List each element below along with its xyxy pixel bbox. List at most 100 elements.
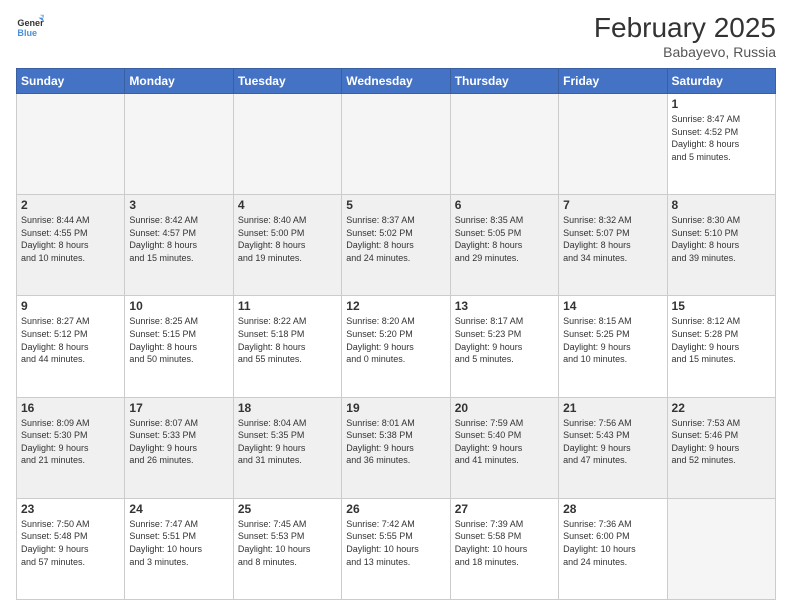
day-info: Sunrise: 8:22 AM Sunset: 5:18 PM Dayligh… [238,315,337,365]
col-header-tuesday: Tuesday [233,69,341,94]
week-row-2: 9 Sunrise: 8:27 AM Sunset: 5:12 PM Daylig… [17,296,776,397]
day-cell [17,94,125,195]
day-number: 27 [455,502,554,516]
day-number: 6 [455,198,554,212]
day-number: 21 [563,401,662,415]
day-number: 15 [672,299,771,313]
day-cell [450,94,558,195]
col-header-thursday: Thursday [450,69,558,94]
day-cell: 12 Sunrise: 8:20 AM Sunset: 5:20 PM Dayli… [342,296,450,397]
day-info: Sunrise: 8:09 AM Sunset: 5:30 PM Dayligh… [21,417,120,467]
day-number: 19 [346,401,445,415]
day-cell: 25 Sunrise: 7:45 AM Sunset: 5:53 PM Dayli… [233,498,341,599]
day-number: 4 [238,198,337,212]
day-cell: 11 Sunrise: 8:22 AM Sunset: 5:18 PM Dayli… [233,296,341,397]
day-number: 9 [21,299,120,313]
day-info: Sunrise: 7:50 AM Sunset: 5:48 PM Dayligh… [21,518,120,568]
col-header-sunday: Sunday [17,69,125,94]
day-info: Sunrise: 8:40 AM Sunset: 5:00 PM Dayligh… [238,214,337,264]
calendar-header-row: SundayMondayTuesdayWednesdayThursdayFrid… [17,69,776,94]
col-header-wednesday: Wednesday [342,69,450,94]
day-number: 8 [672,198,771,212]
day-cell: 21 Sunrise: 7:56 AM Sunset: 5:43 PM Dayli… [559,397,667,498]
day-number: 2 [21,198,120,212]
day-cell: 5 Sunrise: 8:37 AM Sunset: 5:02 PM Daylig… [342,195,450,296]
week-row-3: 16 Sunrise: 8:09 AM Sunset: 5:30 PM Dayli… [17,397,776,498]
day-number: 17 [129,401,228,415]
day-number: 13 [455,299,554,313]
day-info: Sunrise: 8:47 AM Sunset: 4:52 PM Dayligh… [672,113,771,163]
day-info: Sunrise: 8:25 AM Sunset: 5:15 PM Dayligh… [129,315,228,365]
calendar-table: SundayMondayTuesdayWednesdayThursdayFrid… [16,68,776,600]
month-year: February 2025 [594,12,776,44]
day-info: Sunrise: 8:20 AM Sunset: 5:20 PM Dayligh… [346,315,445,365]
day-cell: 28 Sunrise: 7:36 AM Sunset: 6:00 PM Dayli… [559,498,667,599]
day-number: 20 [455,401,554,415]
day-info: Sunrise: 8:37 AM Sunset: 5:02 PM Dayligh… [346,214,445,264]
day-cell: 15 Sunrise: 8:12 AM Sunset: 5:28 PM Dayli… [667,296,775,397]
day-number: 18 [238,401,337,415]
day-info: Sunrise: 7:39 AM Sunset: 5:58 PM Dayligh… [455,518,554,568]
logo-icon: General Blue [16,12,44,40]
day-cell: 6 Sunrise: 8:35 AM Sunset: 5:05 PM Daylig… [450,195,558,296]
day-info: Sunrise: 8:07 AM Sunset: 5:33 PM Dayligh… [129,417,228,467]
svg-text:General: General [17,18,44,28]
day-cell [342,94,450,195]
header: General Blue February 2025 Babayevo, Rus… [16,12,776,60]
day-info: Sunrise: 8:17 AM Sunset: 5:23 PM Dayligh… [455,315,554,365]
day-cell: 22Sunrise: 7:53 AM Sunset: 5:46 PM Dayli… [667,397,775,498]
day-cell: 7Sunrise: 8:32 AM Sunset: 5:07 PM Daylig… [559,195,667,296]
day-info: Sunrise: 7:42 AM Sunset: 5:55 PM Dayligh… [346,518,445,568]
day-cell: 10 Sunrise: 8:25 AM Sunset: 5:15 PM Dayli… [125,296,233,397]
location: Babayevo, Russia [594,44,776,60]
day-cell: 23 Sunrise: 7:50 AM Sunset: 5:48 PM Dayli… [17,498,125,599]
day-info: Sunrise: 8:12 AM Sunset: 5:28 PM Dayligh… [672,315,771,365]
day-info: Sunrise: 7:53 AM Sunset: 5:46 PM Dayligh… [672,417,771,467]
day-cell: 1Sunrise: 8:47 AM Sunset: 4:52 PM Daylig… [667,94,775,195]
day-info: Sunrise: 7:56 AM Sunset: 5:43 PM Dayligh… [563,417,662,467]
day-cell: 4 Sunrise: 8:40 AM Sunset: 5:00 PM Daylig… [233,195,341,296]
day-cell [559,94,667,195]
day-cell: 2 Sunrise: 8:44 AM Sunset: 4:55 PM Daylig… [17,195,125,296]
svg-text:Blue: Blue [17,28,37,38]
day-cell: 9 Sunrise: 8:27 AM Sunset: 5:12 PM Daylig… [17,296,125,397]
day-number: 24 [129,502,228,516]
col-header-saturday: Saturday [667,69,775,94]
day-number: 10 [129,299,228,313]
day-info: Sunrise: 7:59 AM Sunset: 5:40 PM Dayligh… [455,417,554,467]
day-cell: 16 Sunrise: 8:09 AM Sunset: 5:30 PM Dayli… [17,397,125,498]
day-info: Sunrise: 8:15 AM Sunset: 5:25 PM Dayligh… [563,315,662,365]
week-row-1: 2 Sunrise: 8:44 AM Sunset: 4:55 PM Daylig… [17,195,776,296]
day-info: Sunrise: 8:42 AM Sunset: 4:57 PM Dayligh… [129,214,228,264]
day-cell: 13 Sunrise: 8:17 AM Sunset: 5:23 PM Dayli… [450,296,558,397]
week-row-4: 23 Sunrise: 7:50 AM Sunset: 5:48 PM Dayli… [17,498,776,599]
day-info: Sunrise: 7:45 AM Sunset: 5:53 PM Dayligh… [238,518,337,568]
day-number: 12 [346,299,445,313]
day-cell: 14 Sunrise: 8:15 AM Sunset: 5:25 PM Dayli… [559,296,667,397]
day-cell: 18 Sunrise: 8:04 AM Sunset: 5:35 PM Dayli… [233,397,341,498]
day-number: 23 [21,502,120,516]
day-cell: 8Sunrise: 8:30 AM Sunset: 5:10 PM Daylig… [667,195,775,296]
day-number: 3 [129,198,228,212]
day-info: Sunrise: 7:36 AM Sunset: 6:00 PM Dayligh… [563,518,662,568]
day-info: Sunrise: 7:47 AM Sunset: 5:51 PM Dayligh… [129,518,228,568]
day-number: 25 [238,502,337,516]
day-number: 26 [346,502,445,516]
logo: General Blue [16,12,44,40]
day-number: 14 [563,299,662,313]
day-number: 5 [346,198,445,212]
day-cell [125,94,233,195]
day-number: 16 [21,401,120,415]
day-number: 7 [563,198,662,212]
day-cell [667,498,775,599]
col-header-friday: Friday [559,69,667,94]
day-number: 11 [238,299,337,313]
day-cell: 3 Sunrise: 8:42 AM Sunset: 4:57 PM Daylig… [125,195,233,296]
page: General Blue February 2025 Babayevo, Rus… [0,0,792,612]
day-info: Sunrise: 8:27 AM Sunset: 5:12 PM Dayligh… [21,315,120,365]
day-info: Sunrise: 8:35 AM Sunset: 5:05 PM Dayligh… [455,214,554,264]
day-info: Sunrise: 8:04 AM Sunset: 5:35 PM Dayligh… [238,417,337,467]
day-number: 28 [563,502,662,516]
day-info: Sunrise: 8:44 AM Sunset: 4:55 PM Dayligh… [21,214,120,264]
week-row-0: 1Sunrise: 8:47 AM Sunset: 4:52 PM Daylig… [17,94,776,195]
